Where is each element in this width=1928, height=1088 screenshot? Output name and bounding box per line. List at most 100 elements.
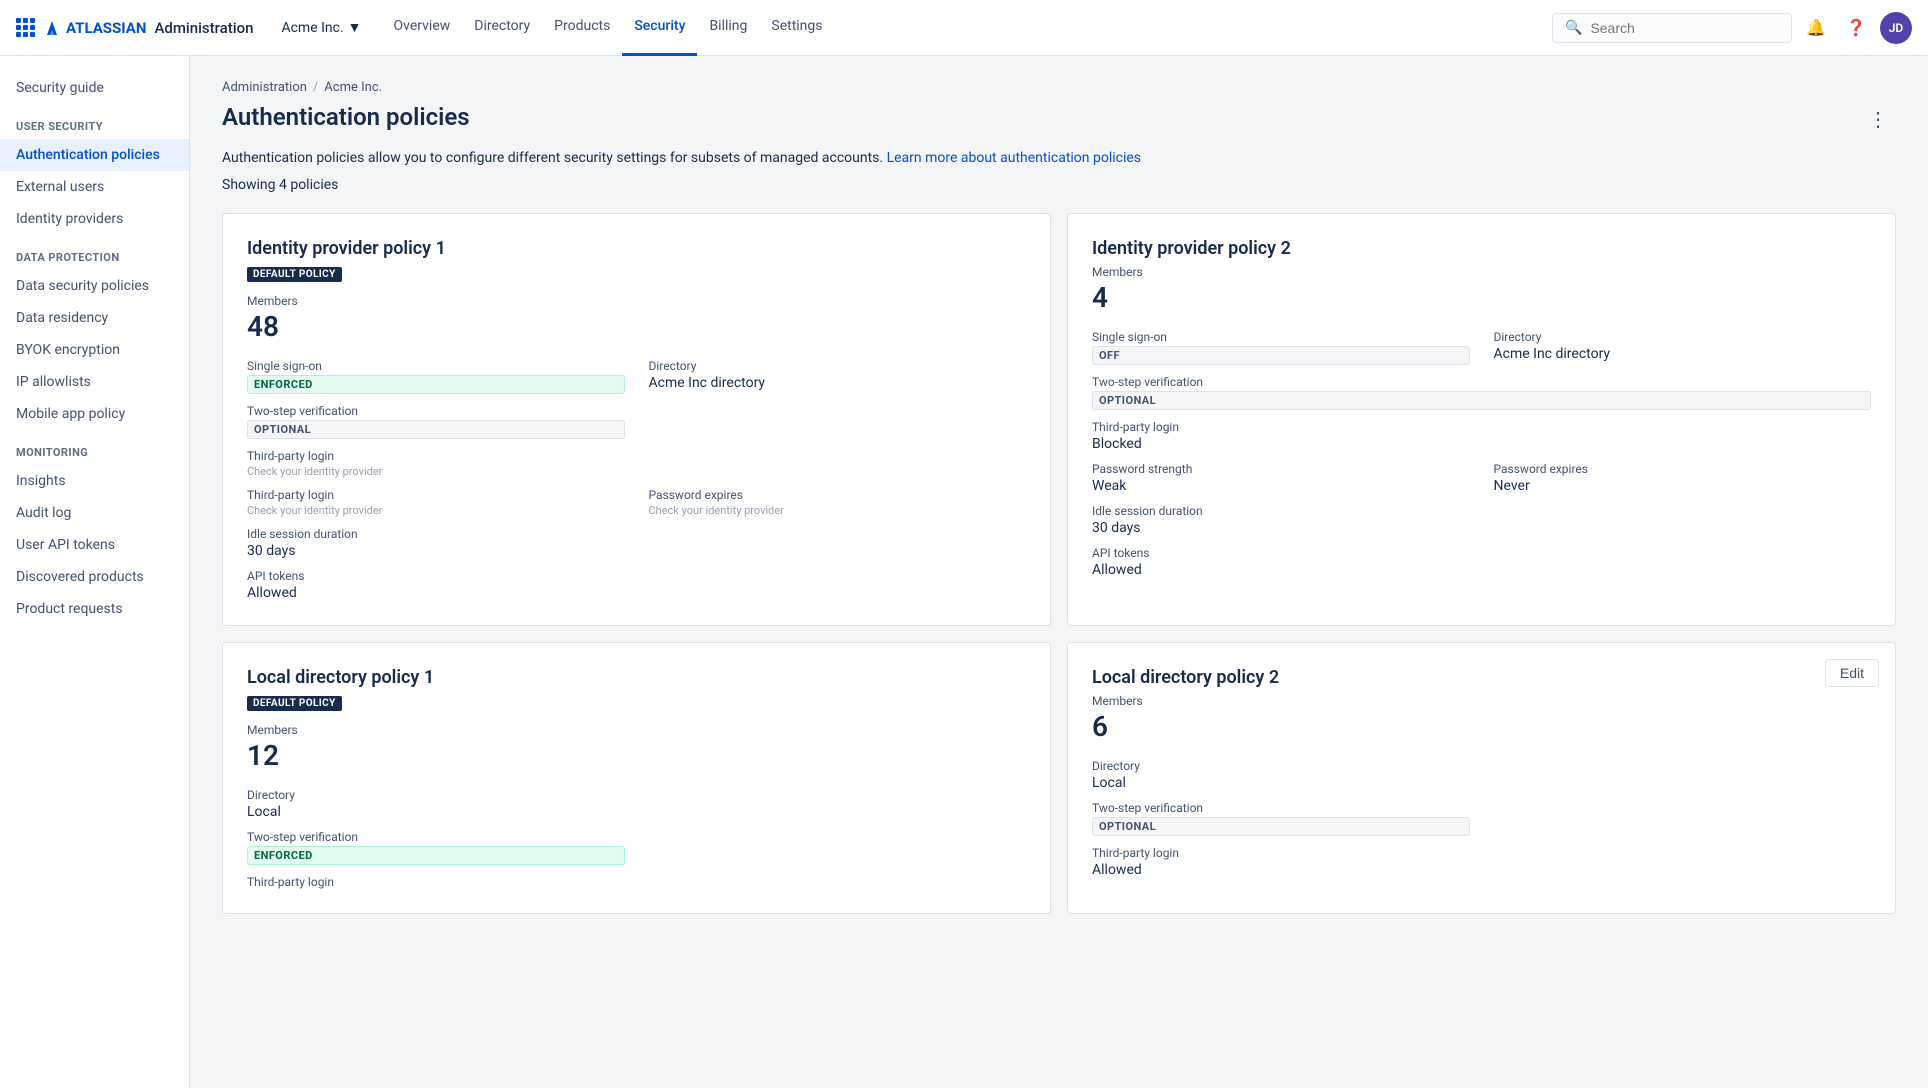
policy-1-third-party: Third-party login Check your identity pr… — [247, 449, 625, 478]
policy-2-password-expires: Password expires Never — [1494, 462, 1872, 494]
sidebar-security-guide[interactable]: Security guide — [0, 72, 189, 104]
policy-1-sso: Single sign-on ENFORCED — [247, 359, 625, 394]
avatar[interactable]: JD — [1880, 12, 1912, 44]
atlassian-text: ATLASSIAN — [66, 19, 146, 37]
policy-2-name: Identity provider policy 2 — [1092, 238, 1871, 259]
policy-1-password-expires: Password expires Check your identity pro… — [649, 488, 1027, 517]
policy-4-directory: Directory Local — [1092, 759, 1470, 791]
search-icon: 🔍 — [1565, 20, 1582, 36]
policy-card-1: Identity provider policy 1 DEFAULT POLIC… — [222, 213, 1051, 626]
policy-4-2sv-badge: OPTIONAL — [1092, 817, 1470, 836]
policy-3-2sv-badge: ENFORCED — [247, 846, 625, 865]
sidebar-item-data-security-policies[interactable]: Data security policies — [0, 270, 189, 302]
policy-2-sso-badge: OFF — [1092, 346, 1470, 365]
policy-2-password-strength: Password strength Weak — [1092, 462, 1470, 494]
policy-1-sso-badge: ENFORCED — [247, 375, 625, 394]
policy-1-directory: Directory Acme Inc directory — [649, 359, 1027, 394]
policy-2-2sv-badge: OPTIONAL — [1092, 391, 1871, 410]
policy-4-edit-button[interactable]: Edit — [1825, 659, 1879, 687]
nav-billing[interactable]: Billing — [697, 0, 759, 56]
policy-card-2: Identity provider policy 2 Members 4 Sin… — [1067, 213, 1896, 626]
sidebar-item-external-users[interactable]: External users — [0, 171, 189, 203]
policy-2-members-label: Members — [1092, 265, 1871, 279]
policy-3-directory: Directory Local — [247, 788, 625, 820]
sidebar-item-byok-encryption[interactable]: BYOK encryption — [0, 334, 189, 366]
nav-settings[interactable]: Settings — [759, 0, 834, 56]
policy-2-2sv: Two-step verification OPTIONAL — [1092, 375, 1871, 410]
policy-1-api-tokens: API tokens Allowed — [247, 569, 625, 601]
sidebar-item-authentication-policies[interactable]: Authentication policies — [0, 139, 189, 171]
sidebar-item-mobile-app-policy[interactable]: Mobile app policy — [0, 398, 189, 430]
policy-card-3: Local directory policy 1 DEFAULT POLICY … — [222, 642, 1051, 914]
topnav-right: 🔍 🔔 ❓ JD — [1552, 12, 1912, 44]
sidebar-item-ip-allowlists[interactable]: IP allowlists — [0, 366, 189, 398]
search-input[interactable] — [1590, 20, 1779, 36]
page-title: Authentication policies — [222, 103, 470, 131]
sidebar: Security guide USER SECURITY Authenticat… — [0, 56, 190, 1088]
sidebar-item-audit-log[interactable]: Audit log — [0, 497, 189, 529]
sidebar-item-product-requests[interactable]: Product requests — [0, 593, 189, 625]
chevron-down-icon: ▼ — [348, 19, 362, 36]
layout: Security guide USER SECURITY Authenticat… — [0, 56, 1928, 1088]
nav-directory[interactable]: Directory — [462, 0, 542, 56]
policy-4-members-count: 6 — [1092, 710, 1871, 743]
policy-3-default-badge: DEFAULT POLICY — [247, 696, 342, 711]
breadcrumb-admin[interactable]: Administration — [222, 80, 307, 95]
page-header: Authentication policies ⋮ — [222, 103, 1896, 136]
policy-2-directory: Directory Acme Inc directory — [1494, 330, 1872, 365]
sidebar-item-user-api-tokens[interactable]: User API tokens — [0, 529, 189, 561]
policy-1-members-count: 48 — [247, 310, 1026, 343]
nav-security[interactable]: Security — [622, 0, 697, 56]
help-button[interactable]: ❓ — [1840, 12, 1872, 44]
policy-3-third-party: Third-party login — [247, 875, 625, 889]
page-description: Authentication policies allow you to con… — [222, 148, 1896, 169]
policy-grid: Identity provider policy 1 DEFAULT POLIC… — [222, 213, 1896, 914]
top-navigation: ATLASSIAN Administration Acme Inc. ▼ Ove… — [0, 0, 1928, 56]
policy-2-idle-session: Idle session duration 30 days — [1092, 504, 1470, 536]
policy-2-members-count: 4 — [1092, 281, 1871, 314]
breadcrumb-org[interactable]: Acme Inc. — [324, 80, 382, 95]
atlassian-logo: ATLASSIAN — [42, 18, 146, 38]
sidebar-item-discovered-products[interactable]: Discovered products — [0, 561, 189, 593]
showing-count: Showing 4 policies — [222, 177, 1896, 193]
policy-1-third-party-2: Third-party login Check your identity pr… — [247, 488, 625, 517]
main-content: Administration / Acme Inc. Authenticatio… — [190, 56, 1928, 1088]
policy-3-name: Local directory policy 1 — [247, 667, 1026, 688]
policy-1-default-badge: DEFAULT POLICY — [247, 267, 342, 282]
policy-1-2sv: Two-step verification OPTIONAL — [247, 404, 625, 439]
org-selector[interactable]: Acme Inc. ▼ — [281, 19, 361, 36]
policy-1-members-label: Members — [247, 294, 1026, 308]
sidebar-data-protection-label: DATA PROTECTION — [0, 235, 189, 270]
admin-label: Administration — [154, 19, 253, 37]
policy-2-third-party: Third-party login Blocked — [1092, 420, 1871, 452]
sidebar-item-identity-providers[interactable]: Identity providers — [0, 203, 189, 235]
policy-3-2sv: Two-step verification ENFORCED — [247, 830, 625, 865]
breadcrumb: Administration / Acme Inc. — [222, 80, 1896, 95]
learn-more-link[interactable]: Learn more about authentication policies — [887, 150, 1141, 166]
breadcrumb-separator: / — [313, 80, 318, 95]
nav-links: Overview Directory Products Security Bil… — [382, 0, 1544, 56]
sidebar-monitoring-label: MONITORING — [0, 430, 189, 465]
logo-area: ATLASSIAN Administration — [16, 18, 253, 38]
policy-3-members-label: Members — [247, 723, 1026, 737]
policy-2-api-tokens: API tokens Allowed — [1092, 546, 1470, 578]
nav-products[interactable]: Products — [542, 0, 622, 56]
sidebar-item-data-residency[interactable]: Data residency — [0, 302, 189, 334]
policy-4-members-label: Members — [1092, 694, 1871, 708]
policy-3-members-count: 12 — [247, 739, 1026, 772]
policy-1-idle-session: Idle session duration 30 days — [247, 527, 625, 559]
sidebar-user-security-label: USER SECURITY — [0, 104, 189, 139]
search-box[interactable]: 🔍 — [1552, 13, 1792, 43]
policy-1-name: Identity provider policy 1 — [247, 238, 1026, 259]
policy-1-2sv-badge: OPTIONAL — [247, 420, 625, 439]
sidebar-item-insights[interactable]: Insights — [0, 465, 189, 497]
notifications-button[interactable]: 🔔 — [1800, 12, 1832, 44]
nav-overview[interactable]: Overview — [382, 0, 463, 56]
policy-2-sso: Single sign-on OFF — [1092, 330, 1470, 365]
policy-4-third-party: Third-party login Allowed — [1092, 846, 1470, 878]
policy-4-2sv: Two-step verification OPTIONAL — [1092, 801, 1470, 836]
policy-card-4: Edit Local directory policy 2 Members 6 … — [1067, 642, 1896, 914]
policy-4-name: Local directory policy 2 — [1092, 667, 1871, 688]
apps-grid-icon[interactable] — [16, 18, 34, 37]
more-options-button[interactable]: ⋮ — [1860, 103, 1896, 136]
